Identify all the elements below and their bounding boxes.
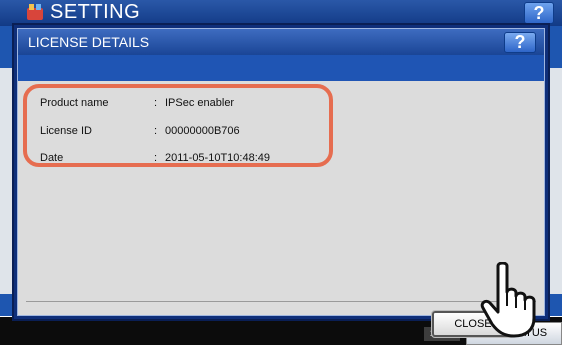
dialog-body: LICENSE DETAILS ? Product name : IPSec e… bbox=[17, 28, 545, 338]
hand-pointer-icon bbox=[480, 262, 536, 338]
content-divider bbox=[26, 301, 536, 302]
dialog-content: Product name : IPSec enabler License ID … bbox=[18, 81, 544, 338]
date-label: Date bbox=[40, 152, 64, 164]
dialog-help-button[interactable]: ? bbox=[504, 32, 536, 53]
product-name-label: Product name bbox=[40, 97, 109, 109]
license-id-label: License ID bbox=[40, 125, 92, 137]
product-name-value: IPSec enabler bbox=[165, 97, 235, 109]
date-separator: : bbox=[154, 152, 158, 164]
app-left-panel bbox=[0, 68, 12, 294]
dialog-title-bar: LICENSE DETAILS ? bbox=[18, 29, 544, 55]
product-name-separator: : bbox=[154, 97, 158, 109]
app-right-panel bbox=[550, 68, 562, 294]
dialog-title: LICENSE DETAILS bbox=[28, 34, 150, 50]
license-id-separator: : bbox=[154, 125, 158, 137]
license-details-dialog: LICENSE DETAILS ? Product name : IPSec e… bbox=[12, 23, 550, 338]
dialog-header-band bbox=[18, 55, 544, 81]
wrench-icon bbox=[27, 4, 43, 20]
app-help-button[interactable]: ? bbox=[524, 2, 554, 24]
app-title: SETTING bbox=[50, 1, 141, 23]
date-value: 2011-05-10T10:48:49 bbox=[165, 152, 270, 164]
license-id-value: 00000000B706 bbox=[165, 125, 240, 137]
